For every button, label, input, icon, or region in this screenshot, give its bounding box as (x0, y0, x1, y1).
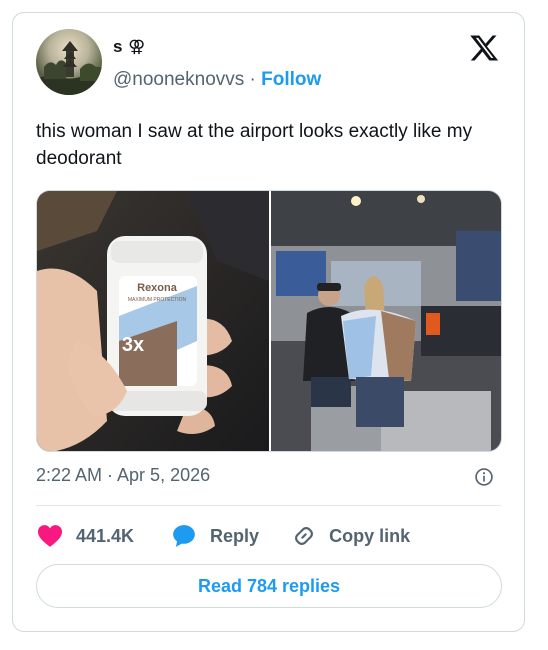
timestamp[interactable]: 2:22 AM · Apr 5, 2026 (36, 465, 210, 486)
info-icon[interactable] (474, 467, 494, 487)
divider (36, 505, 501, 506)
copy-link-button[interactable]: Copy link (291, 523, 410, 549)
action-bar: 441.4K Reply Copy link (36, 518, 410, 554)
avatar[interactable] (36, 29, 102, 95)
product-sub: MAXIMUM PROTECTION (128, 297, 187, 303)
separator-dot: · (244, 69, 262, 90)
handle-row: @nooneknovvs · Follow (113, 69, 321, 91)
link-icon (295, 527, 314, 545)
read-replies-button[interactable]: Read 784 replies (36, 564, 502, 608)
product-badge: 3x (122, 334, 144, 356)
reply-label: Reply (210, 525, 260, 546)
deodorant-photo[interactable]: Rexona MAXIMUM PROTECTION 3x (37, 191, 269, 451)
media-grid[interactable]: Rexona MAXIMUM PROTECTION 3x (36, 190, 502, 452)
x-logo-icon[interactable] (469, 33, 499, 63)
like-count: 441.4K (76, 525, 135, 546)
reply-bubble-icon (173, 525, 195, 547)
tweet-text: this woman I saw at the airport looks ex… (36, 121, 473, 169)
like-button[interactable]: 441.4K (36, 524, 134, 548)
copy-link-label: Copy link (329, 525, 411, 546)
airport-photo[interactable] (271, 191, 501, 451)
handle[interactable]: @nooneknovvs (113, 69, 244, 90)
follow-button[interactable]: Follow (261, 69, 321, 90)
tweet-card: s ⚢ @nooneknovvs · Follow this woman I s… (12, 12, 525, 632)
reply-button[interactable]: Reply (170, 523, 259, 549)
display-name[interactable]: s ⚢ (113, 37, 146, 57)
product-brand: Rexona (137, 282, 178, 294)
heart-icon (38, 525, 62, 547)
